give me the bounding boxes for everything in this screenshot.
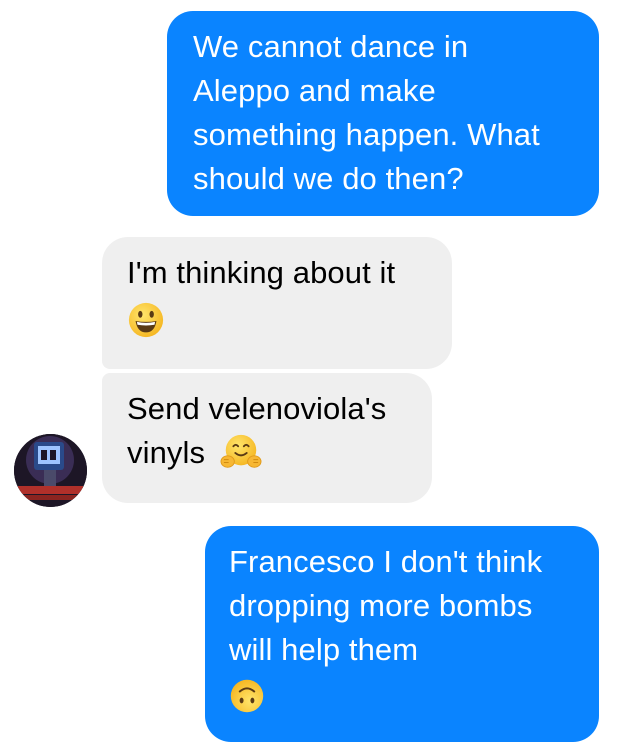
message-text-line: I'm thinking about it — [127, 255, 396, 290]
sent-message-bubble[interactable]: Francesco I don't think dropping more bo… — [205, 526, 599, 742]
grinning-face-emoji — [128, 302, 164, 338]
received-message-bubble[interactable]: I'm thinking about it — [102, 237, 452, 369]
message-text-line: Aleppo and make — [193, 73, 436, 108]
upside-down-face-emoji — [230, 679, 264, 713]
message-text: vinyls — [127, 435, 206, 470]
sent-message-bubble[interactable]: We cannot dance in Aleppo and make somet… — [167, 11, 599, 216]
message-text-line: Francesco I don't think — [229, 544, 543, 579]
message-text-line: will help them — [229, 632, 419, 667]
received-message-bubble[interactable]: Send velenoviola's vinyls — [102, 373, 432, 503]
message-text-line: should we do then? — [193, 161, 464, 196]
message-text-line-with-emoji: vinyls — [127, 431, 432, 475]
message-text-line: Send velenoviola's — [127, 391, 387, 426]
message-text-line: something happen. What — [193, 117, 540, 152]
hugging-face-emoji — [220, 434, 262, 468]
message-text-line: We cannot dance in — [193, 29, 469, 64]
contact-avatar-icon[interactable] — [14, 434, 87, 507]
message-text-line: dropping more bombs — [229, 588, 533, 623]
